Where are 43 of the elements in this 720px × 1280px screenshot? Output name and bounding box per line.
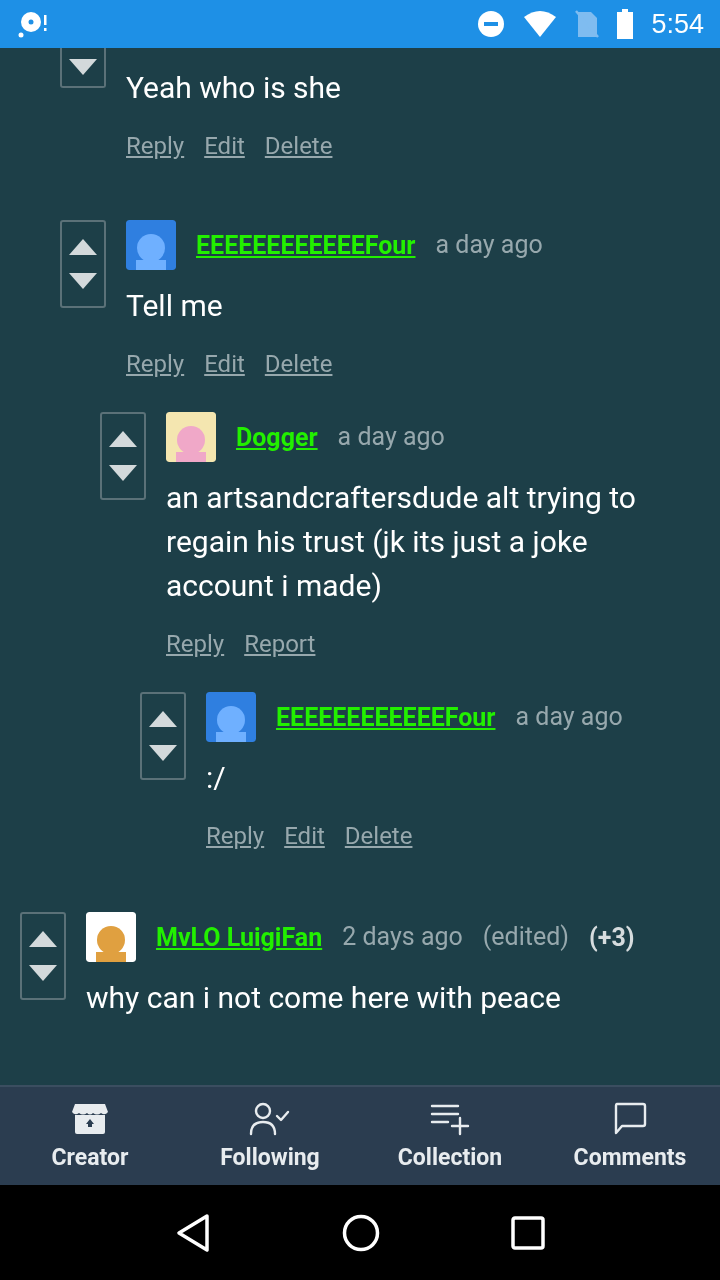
action-link[interactable]: Reply [126, 350, 185, 378]
do-not-disturb-icon [477, 10, 506, 38]
action-link[interactable]: Edit [204, 132, 245, 160]
action-link[interactable]: Reply [206, 822, 265, 850]
username-link[interactable]: Dogger [236, 422, 318, 452]
action-link[interactable]: Reply [126, 132, 185, 160]
nav-tab[interactable]: Creator [0, 1087, 180, 1185]
wifi-icon [523, 10, 558, 38]
username-link[interactable]: EEEEEEEEEEEEFour [276, 702, 496, 732]
comment-text: Yeah who is she [126, 69, 342, 107]
score-label: (+3) [589, 922, 635, 952]
nav-tab[interactable]: Following [180, 1087, 360, 1185]
action-link[interactable]: Edit [284, 822, 325, 850]
username-link[interactable]: MvLO LuigiFan [156, 922, 323, 952]
timestamp: a day ago [435, 230, 543, 260]
timestamp: a day ago [337, 422, 445, 452]
notification-icon [18, 9, 48, 39]
timestamp: 2 days ago [342, 922, 463, 952]
person-check-icon [249, 1101, 291, 1136]
comment-text: why can i not come here with peace [86, 979, 562, 1017]
downvote-icon[interactable] [68, 57, 98, 77]
edited-label: (edited) [482, 922, 569, 952]
comment-text: Tell me [126, 287, 224, 325]
timestamp: a day ago [515, 702, 623, 732]
comment-text: :/ [206, 759, 227, 797]
nav-tab[interactable]: Collection [360, 1087, 540, 1185]
action-link[interactable]: Delete [344, 822, 413, 850]
action-link[interactable]: Edit [204, 350, 245, 378]
clock: 5:54 [651, 8, 704, 40]
comment-text: an artsandcraftersdude alt trying to regain his trust (jk its just a joke account i made) [166, 479, 637, 605]
nav-tab[interactable]: Comments [540, 1087, 720, 1185]
action-link[interactable]: Report [244, 630, 316, 658]
home-icon[interactable] [342, 1213, 380, 1252]
action-link[interactable]: Delete [264, 132, 333, 160]
action-link[interactable]: Reply [166, 630, 225, 658]
no-sim-icon [575, 9, 600, 39]
battery-icon [617, 9, 634, 39]
chat-icon [613, 1101, 647, 1136]
store-icon [71, 1101, 109, 1136]
recents-icon[interactable] [510, 1215, 545, 1250]
action-link[interactable]: Delete [264, 350, 333, 378]
back-icon[interactable] [175, 1212, 212, 1253]
username-link[interactable]: EEEEEEEEEEEEFour [196, 230, 416, 260]
